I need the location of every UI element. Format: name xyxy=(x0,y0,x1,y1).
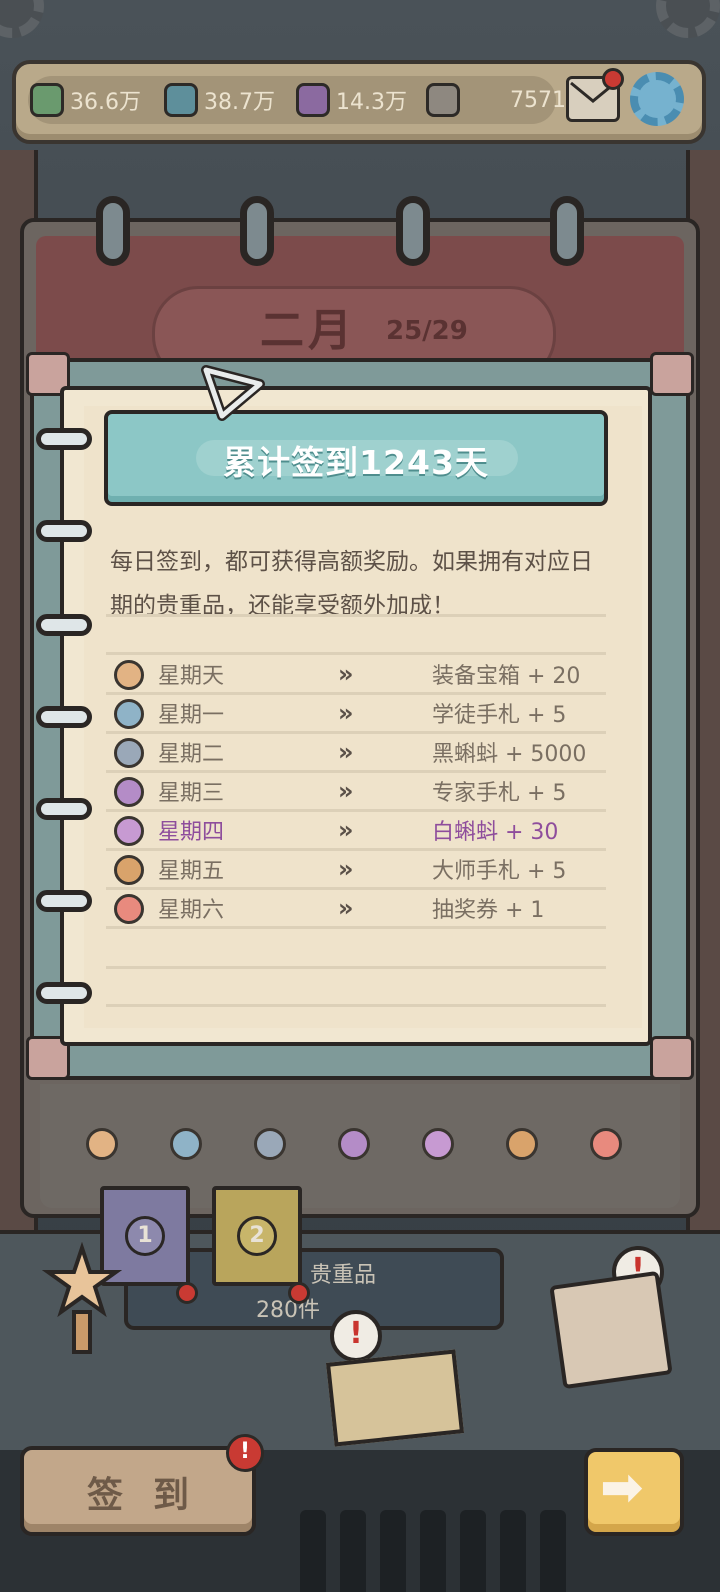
checkin-label: 签到 xyxy=(86,1475,219,1516)
collection-tab-2[interactable]: 2 xyxy=(212,1186,302,1286)
apprentice-note-icon xyxy=(170,1128,202,1160)
binder-ring-icon xyxy=(396,196,430,266)
settings-gear-button[interactable] xyxy=(630,72,684,126)
reward-row-sunday: 星期天 » 装备宝箱 + 20 xyxy=(114,656,594,694)
teal-box-icon xyxy=(164,83,198,117)
weekday: 星期六 xyxy=(158,898,225,923)
reward-text: 抽奖券 + 1 xyxy=(432,898,545,923)
white-tadpole-icon xyxy=(422,1128,454,1160)
map-scroll-icon[interactable] xyxy=(325,1349,465,1447)
corner-bracket xyxy=(650,1036,694,1080)
reward-text: 黑蝌蚪 + 5000 xyxy=(432,742,587,767)
spiral-ring-icon xyxy=(36,428,92,450)
expert-note-icon xyxy=(338,1128,370,1160)
calendar-prop-icon[interactable] xyxy=(549,1270,673,1390)
expert-note-icon xyxy=(114,777,144,807)
resource-grey[interactable]: 7571 xyxy=(426,80,566,120)
floor-grate xyxy=(380,1510,406,1592)
reward-row-friday: 星期五 » 大师手札 + 5 xyxy=(114,851,594,889)
resource-value: 7571 xyxy=(510,87,566,113)
resource-green[interactable]: 36.6万 xyxy=(30,80,141,120)
resource-value: 38.7万 xyxy=(204,90,275,115)
triangle-hook-icon xyxy=(201,365,265,421)
binder-ring-icon xyxy=(96,196,130,266)
grey-box-icon xyxy=(426,83,460,117)
signin-total: 累计签到1243天 xyxy=(223,443,489,482)
lottery-ticket-icon xyxy=(590,1128,622,1160)
paper-rule xyxy=(106,926,606,929)
resource-value: 14.3万 xyxy=(336,90,407,115)
alert-bubble-icon[interactable]: ! xyxy=(330,1310,382,1362)
spiral-ring-icon xyxy=(36,982,92,1004)
weekday: 星期天 xyxy=(158,664,225,689)
mail-notification-badge xyxy=(602,68,624,90)
resource-teal[interactable]: 38.7万 xyxy=(164,80,275,120)
white-tadpole-icon xyxy=(114,816,144,846)
resource-value: 36.6万 xyxy=(70,90,141,115)
master-note-icon xyxy=(506,1128,538,1160)
paper-rule xyxy=(106,966,606,969)
green-box-icon xyxy=(30,83,64,117)
floor-grate xyxy=(500,1510,526,1592)
paper-rule xyxy=(106,614,606,617)
weekday: 星期四 xyxy=(158,820,225,845)
floor-grate xyxy=(540,1510,566,1592)
reward-text: 白蝌蚪 + 30 xyxy=(432,820,559,845)
reward-row-wednesday: 星期三 » 专家手札 + 5 xyxy=(114,773,594,811)
reward-row-monday: 星期一 » 学徒手札 + 5 xyxy=(114,695,594,733)
spiral-ring-icon xyxy=(36,520,92,542)
spiral-ring-icon xyxy=(36,614,92,636)
master-note-icon xyxy=(114,855,144,885)
double-arrow-icon: » xyxy=(338,855,353,883)
black-tadpole-icon xyxy=(254,1128,286,1160)
paper-rule xyxy=(106,652,606,655)
floor-grate xyxy=(460,1510,486,1592)
tab-number: 2 xyxy=(237,1216,277,1256)
spiral-ring-icon xyxy=(36,798,92,820)
double-arrow-icon: » xyxy=(338,660,353,688)
paper-rule xyxy=(106,1004,606,1007)
apprentice-note-icon xyxy=(114,699,144,729)
weekday: 星期二 xyxy=(158,742,225,767)
reward-text: 学徒手札 + 5 xyxy=(432,703,567,728)
chest-icon xyxy=(114,660,144,690)
tab-2-badge xyxy=(288,1282,310,1304)
floor-grate xyxy=(420,1510,446,1592)
right-arrow-icon: ➡ xyxy=(600,1458,644,1518)
star-trophy-icon xyxy=(42,1242,122,1354)
purple-box-icon xyxy=(296,83,330,117)
double-arrow-icon: » xyxy=(338,699,353,727)
binder-ring-icon xyxy=(240,196,274,266)
reward-text: 装备宝箱 + 20 xyxy=(432,664,581,689)
tab-number: 1 xyxy=(125,1216,165,1256)
reward-row-tuesday: 星期二 » 黑蝌蚪 + 5000 xyxy=(114,734,594,772)
weekday: 星期三 xyxy=(158,781,225,806)
month-progress: 25/29 xyxy=(386,316,468,346)
spiral-ring-icon xyxy=(36,706,92,728)
double-arrow-icon: » xyxy=(338,816,353,844)
double-arrow-icon: » xyxy=(338,738,353,766)
double-arrow-icon: » xyxy=(338,777,353,805)
reward-text: 专家手札 + 5 xyxy=(432,781,567,806)
reward-row-thursday: 星期四 » 白蝌蚪 + 30 xyxy=(114,812,594,850)
binder-ring-icon xyxy=(550,196,584,266)
floor-grate xyxy=(300,1510,326,1592)
reward-row-saturday: 星期六 » 抽奖券 + 1 xyxy=(114,890,594,928)
double-arrow-icon: » xyxy=(338,894,353,922)
resource-purple[interactable]: 14.3万 xyxy=(296,80,407,120)
lottery-ticket-icon xyxy=(114,894,144,924)
corner-bracket xyxy=(650,352,694,396)
month-name: 二月 xyxy=(260,305,356,356)
chest-icon xyxy=(86,1128,118,1160)
checkin-alert-badge: ! xyxy=(226,1434,264,1472)
spiral-ring-icon xyxy=(36,890,92,912)
floor-grate xyxy=(340,1510,366,1592)
treasure-label: 贵重品 xyxy=(310,1263,377,1288)
weekday: 星期五 xyxy=(158,859,225,884)
black-tadpole-icon xyxy=(114,738,144,768)
reward-text: 大师手札 + 5 xyxy=(432,859,567,884)
tab-1-badge xyxy=(176,1282,198,1304)
weekday: 星期一 xyxy=(158,703,225,728)
